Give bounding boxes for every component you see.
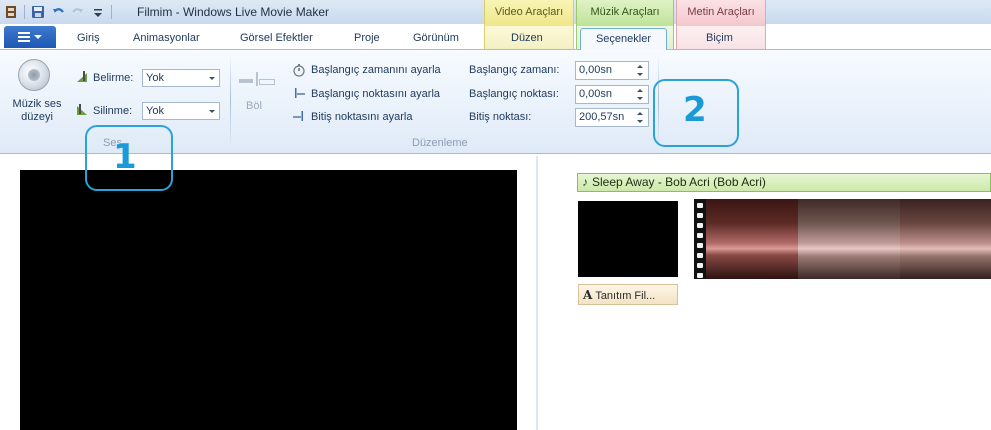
- end-point-spinner[interactable]: 200,57sn: [575, 108, 649, 127]
- end-point-label: Bitiş noktası:: [469, 111, 532, 123]
- spin-down-icon[interactable]: [637, 73, 643, 76]
- callout-number-1: 1: [113, 137, 137, 177]
- spin-up-icon[interactable]: [637, 65, 643, 68]
- music-track-title: Sleep Away - Bob Acri (Bob Acri): [592, 175, 766, 189]
- context-tab-music-tools: Müzik Araçları: [576, 0, 674, 26]
- context-tab-video-tools: Video Araçları: [484, 0, 574, 26]
- music-volume-button-label[interactable]: Müzik ses düzeyi: [6, 98, 68, 124]
- filmstrip-frame: [706, 199, 798, 279]
- window-title: Filmim - Windows Live Movie Maker: [137, 5, 330, 19]
- chevron-down-icon: [209, 77, 215, 80]
- ribbon-tab-row: Giriş Animasyonlar Görsel Efektler Proje…: [0, 24, 991, 51]
- group-label-duzenleme: Düzenleme: [412, 137, 468, 149]
- belirme-value: Yok: [146, 72, 164, 84]
- text-a-icon: A: [583, 288, 593, 302]
- belirme-dropdown[interactable]: Yok: [142, 69, 220, 87]
- undo-icon[interactable]: [51, 5, 65, 19]
- movie-maker-app-icon: [4, 5, 18, 19]
- belirme-label: Belirme:: [93, 72, 134, 84]
- start-point-value: 0,00sn: [579, 88, 613, 100]
- title-clip-thumbnail[interactable]: [578, 201, 678, 277]
- application-menu-button[interactable]: [4, 26, 56, 48]
- start-time-value: 0,00sn: [579, 64, 613, 76]
- stopwatch-icon: [292, 63, 306, 77]
- chevron-down-icon: [34, 35, 42, 39]
- silinme-dropdown[interactable]: Yok: [142, 102, 220, 120]
- start-time-spinner[interactable]: 0,00sn: [575, 61, 649, 80]
- context-tab-text-tools: Metin Araçları: [676, 0, 766, 26]
- pane-splitter[interactable]: [536, 156, 538, 430]
- toolbar-separator: [111, 5, 112, 19]
- speaker-volume-icon[interactable]: [18, 59, 50, 91]
- filmstrip-frame: [798, 199, 900, 279]
- tab-duzen[interactable]: Düzen: [511, 32, 543, 44]
- silinme-label: Silinme:: [93, 105, 133, 117]
- split-button-label[interactable]: Böl: [246, 100, 262, 112]
- set-start-point-icon: [292, 86, 306, 100]
- spin-up-icon[interactable]: [637, 112, 643, 115]
- spin-down-icon[interactable]: [637, 120, 643, 123]
- callout-number-2: 2: [683, 90, 707, 130]
- end-point-value: 200,57sn: [579, 111, 625, 123]
- caption-text: Tanıtım Fil...: [595, 290, 656, 302]
- tab-proje[interactable]: Proje: [354, 32, 380, 44]
- start-time-label: Başlangıç zamanı:: [469, 64, 560, 76]
- menu-icon: [18, 32, 30, 42]
- tab-giris[interactable]: Giriş: [77, 32, 100, 44]
- filmstrip-frame: [900, 199, 991, 279]
- redo-icon[interactable]: [71, 5, 85, 19]
- tab-gorsel-efektler[interactable]: Görsel Efektler: [240, 32, 313, 44]
- quick-access-toolbar: [4, 4, 112, 20]
- tab-animasyonlar[interactable]: Animasyonlar: [133, 32, 200, 44]
- music-track-bar[interactable]: ♪ Sleep Away - Bob Acri (Bob Acri): [577, 173, 991, 192]
- spin-up-icon[interactable]: [637, 89, 643, 92]
- film-sprocket-strip: [694, 199, 706, 279]
- start-point-label: Başlangıç noktası:: [469, 88, 559, 100]
- spin-down-icon[interactable]: [637, 97, 643, 100]
- chevron-down-icon: [209, 110, 215, 113]
- fade-in-icon: [75, 70, 89, 84]
- tab-bicim[interactable]: Biçim: [706, 32, 733, 44]
- title-caption-chip[interactable]: A Tanıtım Fil...: [578, 284, 678, 305]
- start-point-spinner[interactable]: 0,00sn: [575, 85, 649, 104]
- video-preview-monitor[interactable]: [20, 170, 517, 430]
- group-separator: [230, 55, 231, 147]
- set-start-point-button[interactable]: Başlangıç noktasını ayarla: [311, 88, 440, 100]
- split-marker-icon: [256, 72, 258, 86]
- customize-qat-icon[interactable]: [91, 5, 105, 19]
- toolbar-separator: [24, 5, 25, 19]
- set-start-time-button[interactable]: Başlangıç zamanını ayarla: [311, 64, 441, 76]
- tab-gorunum[interactable]: Görünüm: [413, 32, 459, 44]
- save-icon[interactable]: [31, 5, 45, 19]
- silinme-value: Yok: [146, 105, 164, 117]
- movie-maker-window: Filmim - Windows Live Movie Maker Video …: [0, 0, 991, 430]
- music-note-icon: ♪: [582, 175, 588, 189]
- tab-secenekler[interactable]: Seçenekler: [580, 28, 667, 51]
- fade-out-icon: [75, 103, 89, 117]
- set-end-point-button[interactable]: Bitiş noktasını ayarla: [311, 111, 413, 123]
- video-clip-filmstrip[interactable]: [694, 199, 991, 279]
- set-end-point-icon: [292, 109, 306, 123]
